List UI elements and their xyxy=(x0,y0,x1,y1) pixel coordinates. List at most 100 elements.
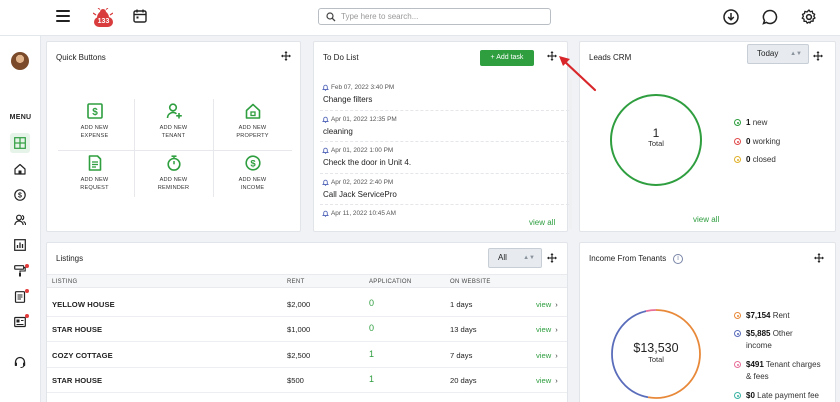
hamburger-menu-icon[interactable] xyxy=(56,10,70,22)
button-label: ADD NEW xyxy=(238,125,267,131)
button-label: ADD NEW xyxy=(80,177,109,183)
gear-icon[interactable] xyxy=(801,9,817,25)
avatar[interactable] xyxy=(11,52,29,70)
listing-on-website: 7 days xyxy=(450,351,473,360)
leads-total-value: 1 xyxy=(652,126,660,140)
add-new-income-button[interactable]: $ ADD NEW INCOME xyxy=(213,155,292,205)
column-header-rent: RENT xyxy=(287,279,305,285)
sidebar-item-finance[interactable]: $ xyxy=(10,185,30,205)
chevron-right-icon: › xyxy=(555,351,558,360)
search-input[interactable] xyxy=(341,10,541,23)
add-new-request-button[interactable]: ADD NEW REQUEST xyxy=(55,155,134,205)
scrollbar[interactable] xyxy=(569,79,572,229)
calendar-icon[interactable] xyxy=(133,9,147,23)
view-link-label: view xyxy=(536,300,552,309)
list-item[interactable]: Apr 11, 2022 10:45 AM xyxy=(320,205,569,217)
leads-crm-card: Leads CRM Today ▲▼ 1 Total 1 new 0 worki… xyxy=(579,41,836,232)
listing-rent: $2,000 xyxy=(287,300,311,309)
leads-total-label: Total xyxy=(648,139,664,148)
sidebar-item-reports[interactable] xyxy=(10,235,30,255)
document-icon xyxy=(88,155,101,171)
listing-name: STAR HOUSE xyxy=(52,376,103,385)
notification-badge: 133 xyxy=(94,17,113,27)
bell-icon xyxy=(322,210,329,217)
annotation-arrow-icon xyxy=(559,56,597,92)
legend-text: $491 Tenant charges xyxy=(746,360,821,369)
chat-icon[interactable] xyxy=(762,9,778,25)
card-title: To Do List xyxy=(323,53,359,62)
top-bar: 133 xyxy=(0,0,840,36)
table-row[interactable]: STAR HOUSE $500 1 20 days view › xyxy=(47,368,567,393)
info-icon[interactable]: i xyxy=(673,254,683,264)
add-new-tenant-button[interactable]: ADD NEW TENANT xyxy=(134,103,213,153)
income-total-label: Total xyxy=(648,355,664,364)
todo-date-text: Apr 01, 2022 1:00 PM xyxy=(331,147,394,154)
todo-date: Apr 01, 2022 12:35 PM xyxy=(322,115,397,123)
add-new-property-button[interactable]: ADD NEW PROPERTY xyxy=(213,103,292,153)
view-listing-link[interactable]: view › xyxy=(536,325,558,334)
todo-view-all-link[interactable]: view all xyxy=(529,218,555,227)
listing-name: STAR HOUSE xyxy=(52,325,103,334)
income-card: Income From Tenants i $13,530 Total $7,1… xyxy=(579,242,836,402)
bell-icon xyxy=(322,116,329,123)
table-row[interactable]: COZY COTTAGE $2,500 1 7 days view › xyxy=(47,343,567,368)
todo-list[interactable]: Feb 07, 2022 3:40 PM Change filters Apr … xyxy=(320,79,569,217)
legend-text: 0 closed xyxy=(746,155,776,164)
legend-dot xyxy=(734,156,741,163)
sidebar-item-properties[interactable] xyxy=(10,159,30,179)
todo-text: Call Jack ServicePro xyxy=(323,189,397,199)
button-label: EXPENSE xyxy=(80,133,109,139)
move-icon[interactable] xyxy=(814,253,824,263)
view-listing-link[interactable]: view › xyxy=(536,376,558,385)
sidebar-item-dashboard[interactable] xyxy=(10,133,30,153)
list-item[interactable]: Apr 01, 2022 1:00 PM Check the door in U… xyxy=(320,142,569,174)
card-title: Income From Tenants xyxy=(589,254,667,263)
sidebar-item-tenants[interactable] xyxy=(10,210,30,230)
legend-label: working xyxy=(752,137,781,146)
leads-view-all-link[interactable]: view all xyxy=(693,215,719,224)
listing-on-website: 13 days xyxy=(450,325,477,334)
move-icon[interactable] xyxy=(547,253,557,263)
list-item[interactable]: Feb 07, 2022 3:40 PM Change filters xyxy=(320,79,569,111)
notification-dot xyxy=(25,264,29,268)
legend-count: 0 xyxy=(746,155,751,164)
legend-text: 1 new xyxy=(746,118,767,127)
legend-label: Tenant charges xyxy=(765,360,821,369)
view-listing-link[interactable]: view › xyxy=(536,351,558,360)
move-icon[interactable] xyxy=(813,51,823,61)
listing-rent: $2,500 xyxy=(287,351,311,360)
listing-application: 0 xyxy=(369,298,375,308)
cloud-download-icon[interactable] xyxy=(723,9,739,25)
listings-filter-select[interactable]: All ▲▼ xyxy=(488,248,542,268)
stopwatch-icon xyxy=(166,155,181,171)
table-row[interactable]: YELLOW HOUSE $2,000 0 1 days view › xyxy=(47,292,567,317)
view-listing-link[interactable]: view › xyxy=(536,300,558,309)
todo-text: Change filters xyxy=(323,95,373,104)
todo-date-text: Apr 11, 2022 10:45 AM xyxy=(331,210,396,217)
leads-period-select[interactable]: Today ▲▼ xyxy=(747,44,809,64)
legend-count: 1 xyxy=(746,118,751,127)
column-header-application: APPLICATION xyxy=(369,279,412,285)
list-item[interactable]: Apr 02, 2022 2:40 PM Call Jack ServicePr… xyxy=(320,174,569,205)
table-row[interactable]: STAR HOUSE $1,000 0 13 days view › xyxy=(47,317,567,342)
add-new-reminder-button[interactable]: ADD NEW REMINDER xyxy=(134,155,213,205)
legend-text: $0 Late payment fee xyxy=(746,391,819,400)
chevron-right-icon: › xyxy=(555,325,558,334)
list-item[interactable]: Apr 01, 2022 12:35 PM cleaning xyxy=(320,111,569,142)
card-title: Quick Buttons xyxy=(56,53,106,62)
button-label: ADD NEW xyxy=(159,125,188,131)
menu-label: MENU xyxy=(9,114,32,121)
add-new-expense-button[interactable]: $ ADD NEW EXPENSE xyxy=(55,103,134,153)
todo-date: Feb 07, 2022 3:40 PM xyxy=(322,84,394,91)
todo-date-text: Apr 01, 2022 12:35 PM xyxy=(331,115,397,123)
sidebar-item-support[interactable] xyxy=(10,352,30,372)
todo-date: Apr 11, 2022 10:45 AM xyxy=(322,210,396,217)
add-task-button[interactable]: + Add task xyxy=(480,50,534,66)
search-box[interactable] xyxy=(318,8,551,25)
legend-dot xyxy=(734,312,741,319)
legend-dot xyxy=(734,361,741,368)
move-icon[interactable] xyxy=(281,51,291,61)
bell-icon xyxy=(322,147,329,154)
bell-icon xyxy=(322,84,329,91)
listing-on-website: 1 days xyxy=(450,300,473,309)
